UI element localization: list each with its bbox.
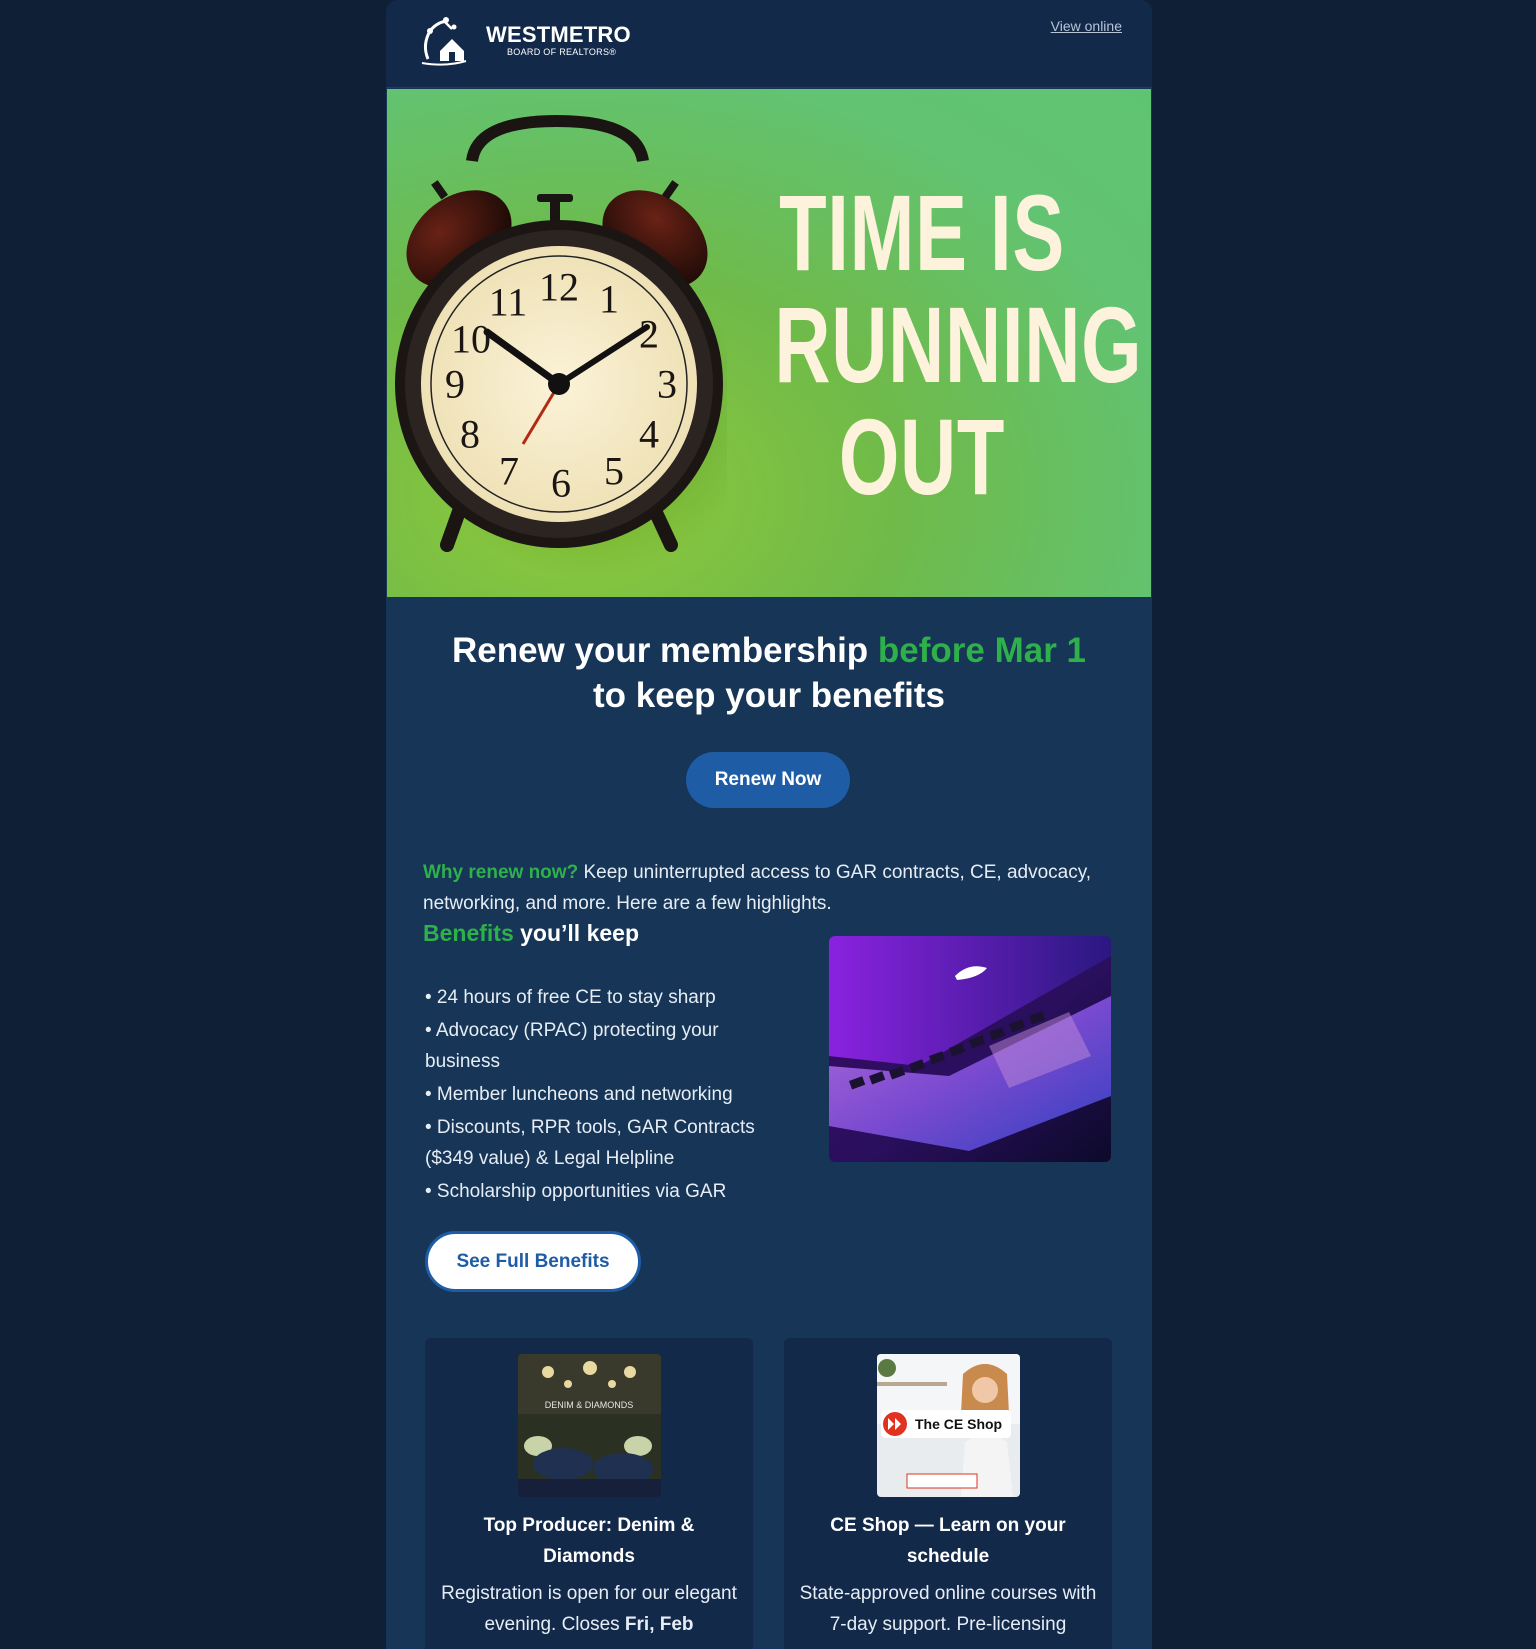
benefits-list: • 24 hours of free CE to stay sharp • Ad…: [425, 982, 765, 1209]
svg-text:The CE Shop: The CE Shop: [915, 1416, 1002, 1432]
svg-text:11: 11: [489, 280, 528, 325]
svg-text:9: 9: [445, 362, 465, 407]
svg-text:5: 5: [604, 449, 624, 494]
hero-title-line-3: OUT: [838, 396, 1006, 517]
card-denim-diamonds[interactable]: DENIM & DIAMONDS Top Producer: Denim & D…: [425, 1338, 753, 1649]
hero-title-line-2: RUNNING: [774, 284, 1143, 405]
view-online-link[interactable]: View online: [1051, 18, 1122, 34]
benefits-heading: Benefits you’ll keep: [423, 920, 639, 947]
svg-text:3: 3: [657, 362, 677, 407]
ce-shop-image: The CE Shop: [877, 1354, 1020, 1497]
svg-text:2: 2: [639, 312, 659, 357]
card-title: Top Producer: Denim & Diamonds: [483, 1515, 695, 1567]
card-text: State-approved online courses with 7-day…: [799, 1583, 1097, 1635]
svg-text:10: 10: [451, 317, 491, 362]
svg-text:DENIM & DIAMONDS: DENIM & DIAMONDS: [545, 1400, 634, 1410]
card-text: Registration is open for our elegant eve…: [439, 1578, 739, 1640]
list-item: • Discounts, RPR tools, GAR Contracts ($…: [425, 1117, 755, 1169]
renewal-headline: Renew your membership before Mar 1 to ke…: [386, 628, 1152, 718]
svg-text:6: 6: [551, 461, 571, 506]
why-renew-paragraph: Why renew now? Keep uninterrupted access…: [423, 857, 1113, 919]
svg-text:1: 1: [599, 277, 619, 322]
email-container: WESTMETRO BOARD OF REALTORS® View online: [386, 0, 1152, 1649]
card-text-deadline: Fri, Feb: [624, 1614, 694, 1635]
hero-title-line-1: TIME IS: [779, 172, 1065, 293]
logo-text: WESTMETRO BOARD OF REALTORS®: [486, 22, 631, 58]
headline-part-2: to keep your benefits: [592, 676, 946, 715]
svg-text:7: 7: [499, 449, 519, 494]
logo-name: WESTMETRO: [486, 22, 631, 47]
laptop-image: [829, 936, 1111, 1162]
list-item: • 24 hours of free CE to stay sharp: [425, 987, 716, 1008]
logo-subtitle: BOARD OF REALTORS®: [507, 47, 617, 57]
why-renew-lead: Why renew now?: [423, 862, 579, 883]
email-header: WESTMETRO BOARD OF REALTORS® View online: [386, 0, 1152, 88]
svg-text:8: 8: [460, 412, 480, 457]
westmetro-logo-icon: [421, 17, 467, 66]
see-full-benefits-button[interactable]: See Full Benefits: [425, 1231, 641, 1292]
svg-text:4: 4: [639, 412, 659, 457]
list-item: • Scholarship opportunities via GAR: [425, 1181, 727, 1202]
renew-now-button[interactable]: Renew Now: [686, 752, 850, 808]
hero-banner: 12 1 2 3 4 5 6 7 8 9 10 11 TIME IS RUNNI…: [387, 89, 1151, 597]
benefits-heading-rest: you’ll keep: [513, 920, 640, 946]
hero-title: TIME IS RUNNING OUT: [717, 172, 1143, 517]
list-item: • Member luncheons and networking: [425, 1084, 733, 1105]
headline-part-1: Renew your membership: [451, 631, 878, 670]
headline-deadline: before Mar 1: [877, 631, 1087, 670]
svg-text:12: 12: [539, 265, 579, 310]
card-ce-shop[interactable]: The CE Shop CE Shop — Learn on your sche…: [784, 1338, 1112, 1649]
denim-diamonds-event-image: DENIM & DIAMONDS: [518, 1354, 661, 1497]
alarm-clock-image: 12 1 2 3 4 5 6 7 8 9 10 11: [395, 114, 727, 579]
list-item: • Advocacy (RPAC) protecting your busine…: [425, 1020, 719, 1072]
benefits-heading-highlight: Benefits: [423, 920, 514, 946]
card-title: CE Shop — Learn on your schedule: [830, 1515, 1066, 1567]
